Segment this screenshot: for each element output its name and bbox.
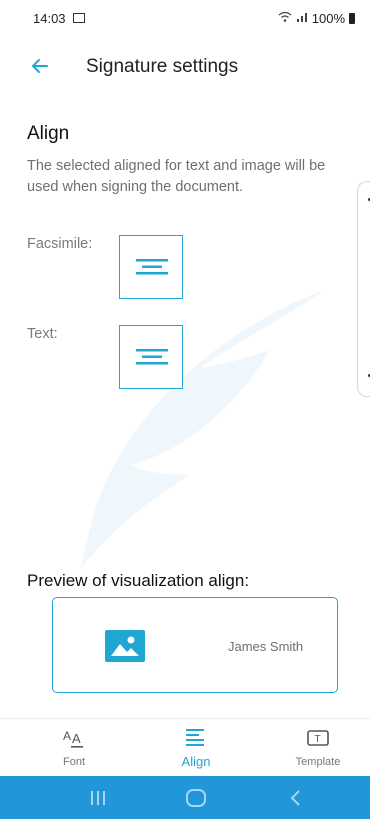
preview-card: James Smith <box>52 597 338 693</box>
nav-font[interactable]: A A Font <box>24 719 124 777</box>
back-nav-icon[interactable] <box>276 786 316 810</box>
back-arrow-icon[interactable] <box>28 54 52 78</box>
facsimile-align-button[interactable] <box>119 235 183 299</box>
feather-watermark <box>80 290 325 570</box>
nav-font-label: Font <box>62 756 85 768</box>
signal-icon <box>296 11 308 26</box>
edge-panel-handle[interactable] <box>357 181 370 397</box>
svg-text:A: A <box>63 729 71 743</box>
svg-text:T: T <box>315 734 321 745</box>
font-icon: A A <box>62 727 86 749</box>
align-center-icon <box>136 259 168 275</box>
status-bar: 14:03 100% <box>0 0 370 36</box>
nav-align[interactable]: Align <box>146 719 246 777</box>
section-description: The selected aligned for text and image … <box>27 158 326 195</box>
nav-align-label: Align <box>181 754 211 769</box>
wifi-icon <box>278 11 292 26</box>
nav-template[interactable]: T Template <box>268 719 368 777</box>
svg-text:A: A <box>72 731 81 746</box>
template-icon: T <box>306 727 330 749</box>
gallery-notification-icon <box>73 13 85 23</box>
align-center-icon <box>136 349 168 365</box>
battery-percent: 100% <box>311 11 345 26</box>
system-navigation-bar <box>0 776 370 819</box>
recent-apps-icon[interactable] <box>78 786 118 810</box>
facsimile-label: Facsimile: <box>27 236 93 252</box>
preview-title: Preview of visualization align: <box>27 571 250 590</box>
image-icon <box>105 630 145 662</box>
home-icon[interactable] <box>176 786 216 810</box>
bottom-navigation: A A Font Align T Template <box>0 718 370 777</box>
section-title: Align <box>27 123 70 144</box>
text-align-button[interactable] <box>119 325 183 389</box>
preview-signer-name: James Smith <box>228 639 304 654</box>
status-right: 100% <box>278 11 355 26</box>
battery-icon <box>349 13 355 24</box>
text-label: Text: <box>27 326 58 342</box>
page-title: Signature settings <box>86 56 239 77</box>
app-bar: Signature settings <box>0 46 370 90</box>
nav-template-label: Template <box>295 756 341 768</box>
align-center-icon <box>184 727 208 749</box>
status-time: 14:03 <box>33 11 66 26</box>
